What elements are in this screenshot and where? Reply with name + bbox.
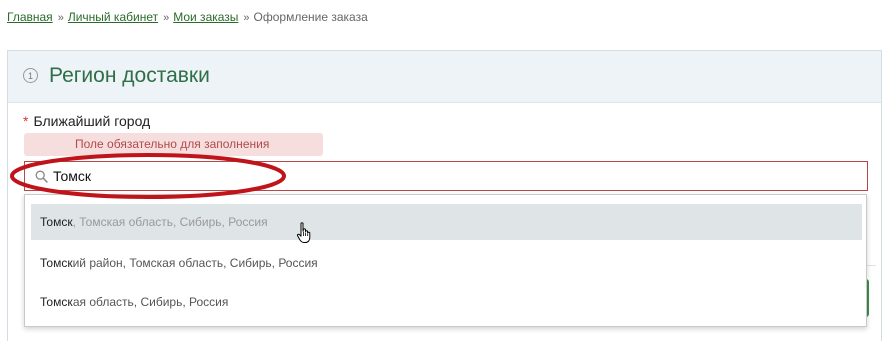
required-error-message: Поле обязательно для заполнения [24, 133, 323, 156]
breadcrumb-separator: » [243, 12, 250, 24]
suggestion-item-tomsk-city[interactable]: Томск, Томская область, Сибирь, Россия [31, 204, 862, 240]
suggestion-rest: ая область, Сибирь, Россия [72, 295, 229, 309]
suggestion-match: Томск [40, 215, 73, 229]
suggestion-rest: ий район, Томская область, Сибирь, Росси… [72, 256, 318, 270]
step-number: 1 [23, 68, 38, 83]
suggestion-match: Томск [40, 256, 73, 270]
suggestion-match: Томск [40, 295, 73, 309]
city-suggestions-dropdown: Томск, Томская область, Сибирь, Россия Т… [24, 194, 867, 327]
city-search-input[interactable] [53, 166, 853, 186]
city-field-label: * Ближайший город [23, 113, 150, 129]
breadcrumb-link-home[interactable]: Главная [7, 10, 53, 24]
page-title: Регион доставки [49, 64, 210, 87]
breadcrumb: Главная» Личный кабинет» Мои заказы» Оформл… [7, 10, 368, 24]
breadcrumb-current: Оформление заказа [253, 10, 368, 24]
city-search-field[interactable] [24, 161, 868, 191]
breadcrumb-link-orders[interactable]: Мои заказы [173, 10, 238, 24]
suggestion-rest: , Томская область, Сибирь, Россия [72, 215, 268, 229]
hand-pointer-icon [296, 222, 311, 243]
required-mark: * [23, 113, 29, 129]
breadcrumb-separator: » [163, 12, 170, 24]
suggestion-item-tomsk-district[interactable]: Томский район, Томская область, Сибирь, … [31, 245, 862, 281]
breadcrumb-link-account[interactable]: Личный кабинет [68, 10, 158, 24]
breadcrumb-separator: » [57, 12, 64, 24]
panel-header: 1 Регион доставки [8, 51, 881, 103]
suggestion-item-tomsk-region[interactable]: Томская область, Сибирь, Россия [31, 284, 862, 320]
city-label-text: Ближайший город [33, 113, 151, 129]
search-icon [35, 170, 48, 188]
